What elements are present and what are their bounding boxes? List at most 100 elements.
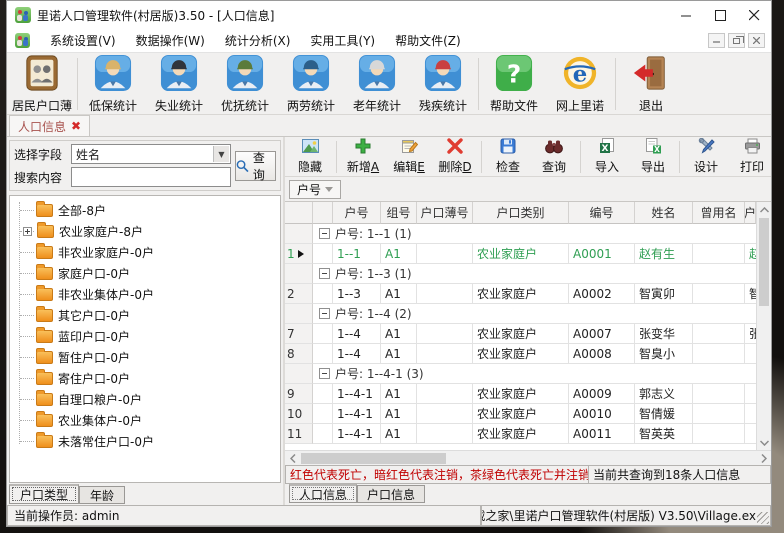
collapse-minus-icon[interactable]	[319, 368, 330, 379]
tree-item[interactable]: 全部-8户	[14, 200, 280, 221]
menu-item[interactable]: 数据操作(W)	[126, 29, 215, 52]
bottom-tab-selected[interactable]: 人口信息	[289, 484, 357, 503]
query-button[interactable]: 查询	[235, 151, 276, 181]
table-group-row[interactable]: 户号: 1--4 (2)	[285, 304, 756, 324]
grid-toolbar-button-label: 隐藏	[298, 158, 322, 175]
left-tab-selected[interactable]: 户口类型	[9, 484, 79, 504]
scroll-right-icon[interactable]	[756, 451, 771, 466]
print-icon	[744, 138, 761, 157]
tree-item[interactable]: 自理口粮户-0户	[14, 389, 280, 410]
toolbar-button-reform-labor-stats[interactable]: 两劳统计	[278, 55, 344, 113]
toolbar-button-veteran-care-stats[interactable]: 优抚统计	[212, 55, 278, 113]
group-chip-hukou[interactable]: 户号	[289, 180, 341, 199]
vertical-scrollbar[interactable]	[756, 202, 771, 450]
table-row[interactable]: 81--4A1农业家庭户A0008智臭小	[285, 344, 756, 364]
close-button[interactable]	[737, 1, 771, 29]
column-header[interactable]: 户口薄号	[417, 202, 473, 224]
scroll-up-icon[interactable]	[757, 202, 771, 217]
horizontal-scroll-thumb[interactable]	[301, 453, 446, 464]
maximize-button[interactable]	[703, 1, 737, 29]
group-by-bar: 户号	[285, 177, 771, 202]
grid-toolbar-button-import[interactable]: X导入	[584, 138, 630, 176]
toolbar-button-disability-stats[interactable]: 残疾统计	[410, 55, 476, 113]
grid-toolbar-button-delete[interactable]: 删除D	[432, 138, 478, 176]
chevron-down-icon[interactable]: ▼	[213, 146, 229, 162]
toolbar-button-residents-book[interactable]: 居民户口薄	[9, 55, 75, 113]
scroll-left-icon[interactable]	[285, 451, 300, 466]
tree-item[interactable]: 蓝印户口-0户	[14, 326, 280, 347]
horizontal-scrollbar[interactable]	[285, 450, 771, 465]
mdi-close-button[interactable]	[748, 33, 765, 48]
bottom-tab-item[interactable]: 户口信息	[357, 485, 425, 503]
table-row[interactable]: 21--3A1农业家庭户A0002智寅卯智	[285, 284, 756, 304]
close-tab-icon[interactable]: ✖	[71, 119, 81, 133]
tree-item[interactable]: 家庭户口-0户	[14, 263, 280, 284]
resize-grip[interactable]	[757, 512, 769, 524]
table-group-row[interactable]: 户号: 1--3 (1)	[285, 264, 756, 284]
table-cell: A0008	[569, 344, 635, 364]
tree-item[interactable]: 农业家庭户-8户	[14, 221, 280, 242]
toolbar-separator	[478, 58, 479, 110]
tab-population-info[interactable]: 人口信息 ✖	[9, 115, 90, 136]
tree-item[interactable]: 非农业家庭户-0户	[14, 242, 280, 263]
left-tab-item[interactable]: 年龄	[79, 486, 125, 504]
table-row[interactable]: 111--4-1A1农业家庭户A0011智英英	[285, 424, 756, 444]
column-header[interactable]: 户口类别	[473, 202, 569, 224]
vertical-scroll-thumb[interactable]	[759, 218, 769, 306]
toolbar-button-elderly-stats[interactable]: 老年统计	[344, 55, 410, 113]
table-group-row[interactable]: 户号: 1--1 (1)	[285, 224, 756, 244]
table-row[interactable]: 11--1A1农业家庭户A0001赵有生赵	[285, 244, 756, 264]
column-header[interactable]: 姓名	[635, 202, 693, 224]
tree-item[interactable]: 农业集体户-0户	[14, 410, 280, 431]
table-row[interactable]: 91--4-1A1农业家庭户A0009郭志义	[285, 384, 756, 404]
grid-toolbar-button-hide[interactable]: 隐藏	[287, 138, 333, 176]
menu-item[interactable]: 系统设置(V)	[40, 29, 126, 52]
toolbar-button-subsistence-stats[interactable]: 低保统计	[80, 55, 146, 113]
search-input[interactable]	[71, 167, 231, 187]
export-icon: X	[645, 138, 661, 157]
table-row[interactable]: 101--4-1A1农业家庭户A0010智倩媛	[285, 404, 756, 424]
column-header[interactable]: 组号	[381, 202, 417, 224]
tree-connector	[20, 441, 34, 442]
toolbar-button-exit[interactable]: 退出	[618, 55, 684, 113]
tree-item[interactable]: 寄住户口-0户	[14, 368, 280, 389]
table-cell: 赵	[745, 244, 756, 264]
grid-toolbar-button-design[interactable]: 设计	[683, 138, 729, 176]
collapse-minus-icon[interactable]	[319, 308, 330, 319]
table-cell: 农业家庭户	[473, 404, 569, 424]
grid-toolbar-button-check[interactable]: 检查	[485, 138, 531, 176]
scroll-down-icon[interactable]	[757, 435, 771, 450]
tree-item[interactable]: 暂住户口-0户	[14, 347, 280, 368]
minimize-button[interactable]	[669, 1, 703, 29]
column-header[interactable]: 编号	[569, 202, 635, 224]
grid-toolbar-button-query-binoculars[interactable]: 查询	[531, 138, 577, 176]
toolbar-button-unemployment-stats[interactable]: 失业统计	[146, 55, 212, 113]
menu-item[interactable]: 实用工具(Y)	[300, 29, 385, 52]
column-header[interactable]: 户号	[333, 202, 381, 224]
toolbar-button-web-linuo[interactable]: e 网上里诺	[547, 55, 613, 113]
expand-plus-icon[interactable]	[23, 227, 32, 236]
web-linuo-icon: e	[561, 54, 599, 95]
table-cell: A1	[381, 424, 417, 444]
grid-toolbar-button-add[interactable]: 新增A	[340, 138, 386, 176]
toolbar-separator	[77, 58, 78, 110]
mdi-minimize-button[interactable]	[708, 33, 725, 48]
toolbar-button-help-file[interactable]: ?帮助文件	[481, 55, 547, 113]
grid-toolbar-button-edit[interactable]: 编辑E	[386, 138, 432, 176]
column-header[interactable]: 曾用名	[693, 202, 745, 224]
table-cell	[417, 344, 473, 364]
field-select-combobox[interactable]: 姓名 ▼	[71, 144, 231, 164]
grid-toolbar-button-print[interactable]: 打印	[729, 138, 775, 176]
tree-item[interactable]: 其它户口-0户	[14, 305, 280, 326]
table-group-row[interactable]: 户号: 1--4-1 (3)	[285, 364, 756, 384]
collapse-minus-icon[interactable]	[319, 228, 330, 239]
grid-toolbar-button-export[interactable]: X导出	[630, 138, 676, 176]
collapse-minus-icon[interactable]	[319, 268, 330, 279]
menu-item[interactable]: 帮助文件(Z)	[385, 29, 471, 52]
tree-item[interactable]: 非农业集体户-0户	[14, 284, 280, 305]
mdi-restore-button[interactable]	[728, 33, 745, 48]
tree-item[interactable]: 未落常住户口-0户	[14, 431, 280, 452]
menu-item[interactable]: 统计分析(X)	[215, 29, 301, 52]
table-row[interactable]: 71--4A1农业家庭户A0007张变华张	[285, 324, 756, 344]
column-header[interactable]: 户	[745, 202, 756, 224]
